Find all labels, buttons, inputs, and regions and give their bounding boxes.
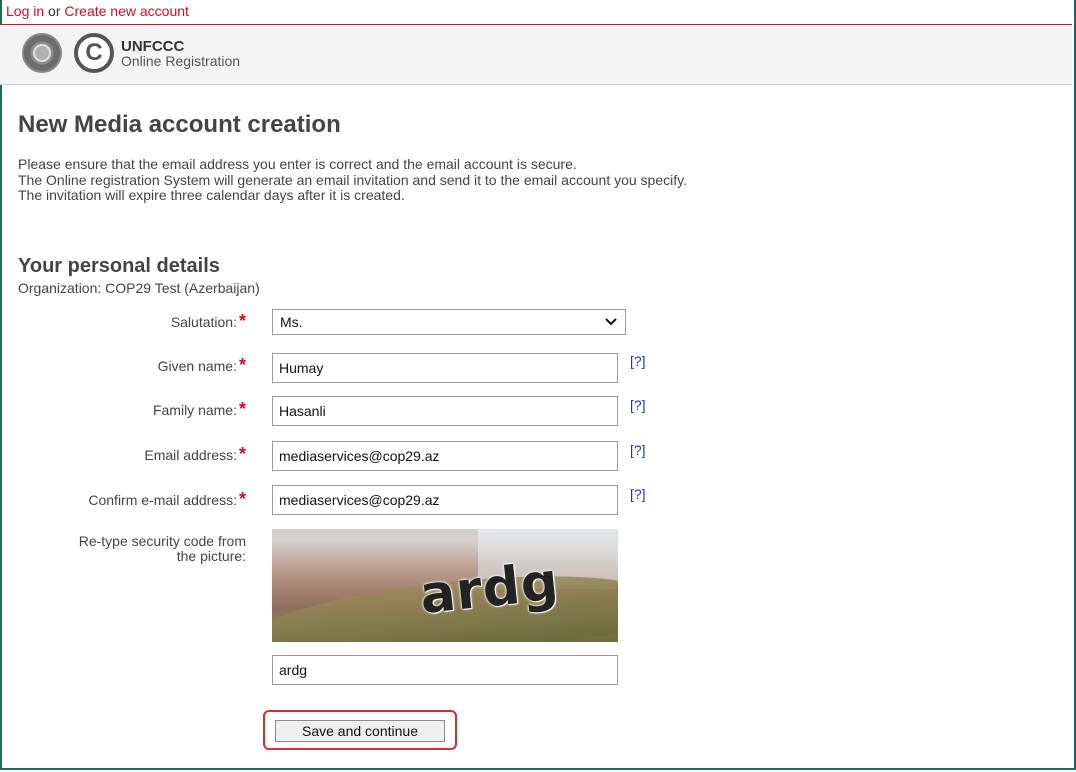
family-name-label: Family name: *	[152, 399, 246, 419]
given-name-label: Given name: *	[157, 355, 246, 375]
save-button-highlight: Save and continue	[263, 710, 457, 750]
organization-text: Organization: COP29 Test (Azerbaijan)	[18, 280, 260, 296]
chevron-down-icon	[605, 310, 617, 341]
email-label: Email address: *	[144, 444, 246, 464]
confirm-email-field[interactable]	[272, 485, 618, 515]
unfccc-logo-icon: C	[74, 33, 114, 73]
brand-title: UNFCCC	[121, 38, 185, 55]
required-marker: *	[238, 355, 246, 375]
page-title: New Media account creation	[18, 111, 341, 138]
email-help-link[interactable]: [?]	[630, 442, 646, 458]
salutation-select[interactable]: Ms.	[272, 309, 626, 335]
security-code-label: Re-type security code from the picture:	[78, 533, 246, 564]
section-title: Your personal details	[18, 255, 220, 277]
brand: UNFCCC Online Registration	[121, 39, 240, 69]
family-name-help-link[interactable]: [?]	[630, 397, 646, 413]
given-name-help-link[interactable]: [?]	[630, 353, 646, 369]
security-code-field[interactable]	[272, 655, 618, 685]
top-auth-bar: Log in or Create new account	[0, 0, 1072, 25]
email-field[interactable]	[272, 441, 618, 471]
brand-subtitle: Online Registration	[121, 53, 241, 69]
required-marker: *	[238, 444, 246, 464]
confirm-email-help-link[interactable]: [?]	[630, 486, 646, 502]
required-marker: *	[238, 311, 246, 331]
intro-line: Please ensure that the email address you…	[18, 156, 577, 172]
create-account-link[interactable]: Create new account	[64, 3, 189, 19]
family-name-field[interactable]	[272, 396, 618, 426]
required-marker: *	[238, 489, 246, 509]
given-name-field[interactable]	[272, 353, 618, 383]
un-emblem-icon	[22, 33, 62, 73]
salutation-label: Salutation: *	[170, 311, 246, 331]
intro-line: The Online registration System will gene…	[18, 171, 687, 188]
required-marker: *	[238, 399, 246, 419]
confirm-email-label: Confirm e-mail address: *	[88, 489, 246, 509]
site-header: C UNFCCC Online Registration	[0, 25, 1072, 85]
or-text: or	[48, 3, 61, 19]
login-link[interactable]: Log in	[6, 3, 44, 19]
captcha-image: ardg	[272, 529, 618, 642]
intro-text: Please ensure that the email address you…	[18, 156, 687, 204]
intro-line: The invitation will expire three calenda…	[18, 187, 405, 203]
save-and-continue-button[interactable]: Save and continue	[275, 720, 445, 742]
